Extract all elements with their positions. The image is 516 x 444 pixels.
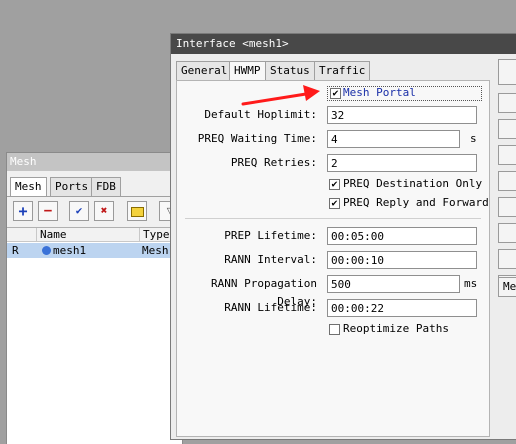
annotation-arrow-overlay — [241, 85, 320, 106]
red-arrow-icon — [241, 85, 320, 106]
